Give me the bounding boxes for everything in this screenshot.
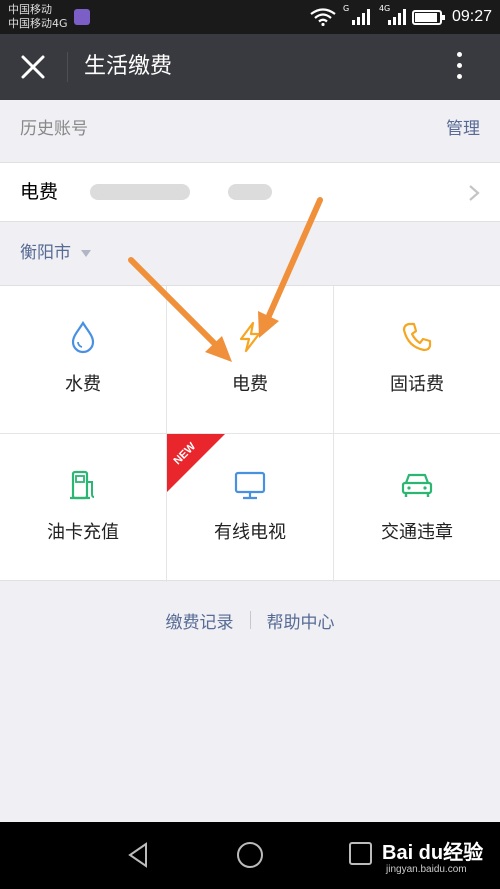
close-icon <box>21 55 45 79</box>
payment-records-link[interactable]: 缴费记录 <box>150 608 250 633</box>
fuel-pump-icon <box>70 470 95 500</box>
more-dot <box>457 63 462 68</box>
page-title: 生活缴费 <box>84 54 173 79</box>
system-nav-bar: Bai du经验 jingyan.baidu.com <box>0 822 500 889</box>
nav-bar: 生活缴费 <box>0 34 500 100</box>
service-label: 水费 <box>65 374 101 395</box>
service-water[interactable]: 水费 <box>0 286 166 433</box>
city-name: 衡阳市 <box>20 243 71 263</box>
service-label: 油卡充值 <box>47 522 119 543</box>
phone-icon <box>402 322 432 352</box>
close-button[interactable] <box>8 42 58 92</box>
nav-divider <box>67 52 68 82</box>
status-time: 09:27 <box>451 8 492 25</box>
service-cable-tv[interactable]: NEW 有线电视 <box>167 434 333 581</box>
carrier-1: 中国移动 <box>8 3 52 16</box>
lightning-icon <box>239 321 261 353</box>
service-label: 电费 <box>232 374 268 395</box>
tv-monitor-icon <box>234 471 266 500</box>
chevron-right-icon <box>469 185 480 201</box>
help-center-link[interactable]: 帮助中心 <box>251 608 351 633</box>
back-icon[interactable] <box>124 840 154 870</box>
history-header: 历史账号 管理 <box>0 100 500 162</box>
more-menu-button[interactable] <box>440 52 480 82</box>
wifi-icon <box>310 8 336 26</box>
battery-icon <box>411 9 445 25</box>
service-grid: 水费 电费 固话费 油卡充值 NEW 有线电视 交通违章 <box>0 285 500 582</box>
service-label: 交通违章 <box>381 522 453 543</box>
carrier-info: 中国移动 中国移动4G <box>8 3 68 31</box>
watermark-sub: jingyan.baidu.com <box>386 864 467 875</box>
signal-icon-1: G <box>343 4 370 25</box>
service-electricity[interactable]: 电费 <box>167 286 333 433</box>
caret-down-icon <box>81 250 91 257</box>
manage-link[interactable]: 管理 <box>446 100 480 158</box>
signal-icon-2: 4G <box>379 4 406 25</box>
baidu-watermark: Bai du经验 jingyan.baidu.com <box>380 836 496 886</box>
app-notification-icon <box>74 9 90 25</box>
redacted-account-name <box>228 184 272 200</box>
footer-links: 缴费记录 帮助中心 <box>0 600 500 640</box>
watermark-main: Bai du经验 <box>382 842 484 864</box>
signal-2-tag: 4G <box>378 4 391 13</box>
signal-1-tag: G <box>342 4 350 13</box>
service-traffic-violation[interactable]: 交通违章 <box>334 434 500 581</box>
service-label: 有线电视 <box>214 522 286 543</box>
car-icon <box>401 473 433 497</box>
service-landline[interactable]: 固话费 <box>334 286 500 433</box>
service-label: 固话费 <box>390 374 444 395</box>
account-type-label: 电费 <box>20 181 59 203</box>
water-drop-icon <box>71 320 95 354</box>
status-bar: 中国移动 中国移动4G G 4G 09:27 <box>0 0 500 34</box>
more-dot <box>457 52 462 57</box>
redacted-account-number <box>90 184 190 200</box>
city-selector[interactable]: 衡阳市 <box>0 222 500 284</box>
new-badge: NEW <box>167 434 225 492</box>
service-fuel-card[interactable]: 油卡充值 <box>0 434 166 581</box>
status-indicators: G 4G 09:27 <box>310 4 492 28</box>
more-dot <box>457 74 462 79</box>
history-accounts-label: 历史账号 <box>20 119 88 139</box>
carrier-2: 中国移动4G <box>8 17 68 30</box>
home-icon[interactable] <box>235 840 265 870</box>
history-account-item[interactable]: 电费 <box>0 162 500 222</box>
recent-apps-icon[interactable] <box>348 841 374 867</box>
